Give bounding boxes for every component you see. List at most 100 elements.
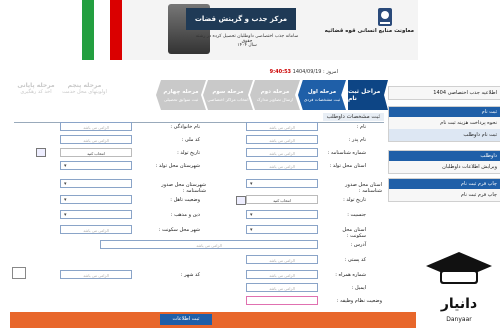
address-input[interactable]: الزامی می باشد <box>100 240 318 249</box>
dob-label: تاریخ تولد : <box>177 150 200 156</box>
chevron-down-icon: ▾ <box>64 197 67 203</box>
sidebar-item-edit[interactable]: ویرایش اطلاعات داوطلبان <box>389 161 500 173</box>
flag-image <box>82 0 122 60</box>
father-input[interactable]: الزامی می باشد <box>246 135 318 144</box>
name-input[interactable]: الزامی می باشد <box>246 122 318 131</box>
step-5-title: مرحله پنجم <box>67 82 102 89</box>
birth-city-label: شهرستان محل تولد : <box>155 163 200 169</box>
residence-province-label: استان محل سکونت : <box>342 227 366 239</box>
father-label: نام پدر : <box>348 137 366 143</box>
step-5-sub: اولویتهای محل خدمت <box>62 89 107 95</box>
address-label: آدرس : <box>350 242 366 248</box>
org-name: معاونت منابع انسانی قوه قضائیه <box>324 28 414 34</box>
step-final-title: مرحله پایانی <box>17 82 55 89</box>
step-5[interactable]: مرحله پنجم اولویتهای محل خدمت <box>62 82 107 108</box>
religion-select[interactable]: ▾ <box>60 210 132 219</box>
serial-input[interactable]: الزامی می باشد <box>246 148 318 157</box>
sidebar-box-register: ثبت نام نحوه پرداخت هزینه ثبت نام ثبت نا… <box>388 106 500 142</box>
sidebar-box-candidate: داوطلب ویرایش اطلاعات داوطلبان <box>388 150 500 174</box>
danyaar-logo: دانیار Danyaar <box>420 250 498 326</box>
step-1[interactable]: مرحله اول ثبت مشخصات فردی <box>298 80 346 110</box>
logo-subtext: Danyaar <box>446 316 472 323</box>
postal-input[interactable]: الزامی می باشد <box>246 255 318 264</box>
sidebar-head-candidate: داوطلب <box>389 151 500 161</box>
postal-label: کد پستی : <box>344 257 366 263</box>
name-label: نام : <box>356 124 366 130</box>
sidebar-item-print[interactable]: چاپ فرم ثبت نام <box>389 189 500 201</box>
birth-province-input[interactable]: الزامی می باشد <box>246 161 318 170</box>
marital-label: وضعیت تاهل : <box>170 197 200 203</box>
graduation-cap-icon <box>426 252 492 284</box>
military-select[interactable] <box>246 296 318 305</box>
id-input[interactable]: الزامی می باشد <box>60 135 132 144</box>
sidebar-head-register: ثبت نام <box>389 107 500 117</box>
gender-select[interactable]: ▾ <box>246 210 318 219</box>
issue-province-select[interactable]: ▾ <box>246 179 318 188</box>
dob-input[interactable]: انتخاب کنید <box>60 148 132 157</box>
birth-date-input[interactable]: انتخاب کنید <box>246 195 318 204</box>
step-3[interactable]: مرحله سوم انتخاب مراکز اختصاصی <box>203 80 253 110</box>
date-line: امروز : 1404/09/19 9:40:53 <box>228 69 338 75</box>
sidebar-item-payment[interactable]: نحوه پرداخت هزینه ثبت نام <box>389 117 500 129</box>
steps-header-label: مراحل ثبت نام <box>348 88 381 102</box>
chevron-down-icon: ▾ <box>250 181 253 187</box>
sidebar-head-print: چاپ فرم ثبت نام <box>389 179 500 189</box>
step-final[interactable]: مرحله پایانی اخذ کد رهگیری <box>12 82 60 108</box>
sidebar-item-announcement[interactable]: اطلاعیه جذب اختصاصی 1404 <box>389 87 500 99</box>
step-3-sub: انتخاب مراکز اختصاصی <box>207 96 249 102</box>
bottom-bar <box>10 312 416 328</box>
residence-city-input[interactable]: الزامی می باشد <box>60 225 132 234</box>
chevron-down-icon: ▾ <box>250 227 253 233</box>
issue-city-label: شهرستان محل صدور شناسنامه : <box>161 182 206 194</box>
family-label: نام خانوادگی : <box>170 124 200 130</box>
religion-label: دین و مذهب : <box>170 212 200 218</box>
serial-label: شماره شناسنامه : <box>327 150 366 156</box>
birth-date-label: تاریخ تولد : <box>343 197 366 203</box>
time-label: 9:40:53 <box>269 69 292 75</box>
marital-select[interactable]: ▾ <box>60 195 132 204</box>
mobile-input[interactable]: الزامی می باشد <box>246 270 318 279</box>
step-4-sub: ثبت سوابق تحصیلی <box>163 96 199 102</box>
id-label: کد ملی : <box>181 137 200 143</box>
step-2-sub: ارسال تصاویر مدارک <box>256 96 294 102</box>
issue-province-label: استان محل صدور شناسنامه : <box>345 182 382 194</box>
family-input[interactable]: الزامی می باشد <box>60 122 132 131</box>
steps-header: مراحل ثبت نام <box>348 80 388 110</box>
step-4-title: مرحله چهارم <box>163 88 199 95</box>
step-2[interactable]: مرحله دوم ارسال تصاویر مدارک <box>250 80 300 110</box>
submit-button[interactable]: ثبت اطلاعات <box>160 314 212 325</box>
birth-city-select[interactable]: ▾ <box>60 161 132 170</box>
military-label: وضعیت نظام وظیفه : <box>336 298 382 304</box>
step-4[interactable]: مرحله چهارم ثبت سوابق تحصیلی <box>156 80 206 110</box>
banner-subtitle-2: سال ۱۴۰۴ <box>237 43 257 48</box>
logo-text: دانیار <box>440 296 478 312</box>
section-title-text: ثبت مشخصات داوطلب <box>322 113 384 121</box>
calendar-icon[interactable] <box>36 148 46 157</box>
residence-province-select[interactable]: ▾ <box>246 225 318 234</box>
issue-city-select[interactable]: ▾ <box>60 179 132 188</box>
header-banner: مرکز جذب و گزینش قضات سامانه جذب اختصاصی… <box>82 0 418 60</box>
email-label: ایمیل : <box>351 285 366 291</box>
residence-city-label: شهر محل سکونت : <box>158 227 200 233</box>
city-code-input[interactable]: الزامی می باشد <box>60 270 132 279</box>
chevron-down-icon: ▾ <box>250 212 253 218</box>
chevron-down-icon: ▾ <box>64 212 67 218</box>
sidebar-item-register[interactable]: ثبت نام داوطلب <box>389 129 500 141</box>
calendar-icon[interactable] <box>236 196 246 205</box>
step-2-title: مرحله دوم <box>260 88 290 95</box>
today-label: امروز : 1404/09/19 <box>292 69 338 75</box>
step-1-title: مرحله اول <box>307 88 337 95</box>
center-title: مرکز جذب و گزینش قضات <box>186 8 296 30</box>
sidebar-box-announce: اطلاعیه جذب اختصاصی 1404 <box>388 86 500 100</box>
city-code-label: کد شهر : <box>180 272 200 278</box>
step-final-sub: اخذ کد رهگیری <box>20 89 52 95</box>
phone-code-box[interactable] <box>12 267 26 279</box>
step-3-title: مرحله سوم <box>212 88 244 95</box>
judiciary-crest-icon <box>370 6 400 28</box>
step-1-sub: ثبت مشخصات فردی <box>303 96 341 102</box>
birth-province-label: استان محل تولد : <box>329 163 366 169</box>
mobile-label: شماره همراه : <box>335 272 366 278</box>
chevron-down-icon: ▾ <box>64 181 67 187</box>
email-input[interactable]: الزامی می باشد <box>246 283 318 292</box>
gender-label: جنسیت : <box>347 212 366 218</box>
